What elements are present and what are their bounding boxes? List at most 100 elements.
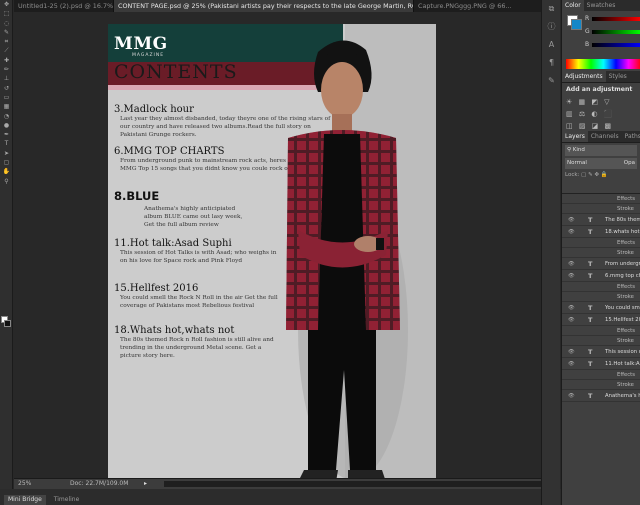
photoshop-window: ✥ ⬚ ◌ ✎ ⌗ ⟋ ✚ ✏ ⊥ ↺ ▭ ▦ ◔ ● ✒ T ➤ ▢ ✋ ⚲ … <box>0 0 640 505</box>
history-brush-icon[interactable]: ↺ <box>0 84 13 93</box>
character-panel-icon[interactable]: A <box>542 36 561 54</box>
gradient-tool-icon[interactable]: ▦ <box>0 102 13 111</box>
visibility-eye-icon[interactable]: 👁 <box>568 302 575 313</box>
layer-effect-row[interactable]: Effects <box>562 238 640 248</box>
brush-panel-icon[interactable]: ✎ <box>542 72 561 90</box>
layer-row[interactable]: 👁 T 18.whats hot,w <box>562 226 640 238</box>
adjustment-icons-row[interactable]: ☀ ▦ ◩ ▽ <box>562 96 640 108</box>
color-spectrum[interactable] <box>566 59 640 69</box>
path-select-tool-icon[interactable]: ➤ <box>0 149 13 158</box>
blend-mode-select[interactable]: Normal Opa <box>565 158 637 169</box>
healing-tool-icon[interactable]: ✚ <box>0 56 13 65</box>
visibility-eye-icon[interactable]: 👁 <box>568 314 575 325</box>
visibility-eye-icon[interactable]: 👁 <box>568 258 575 269</box>
layer-row[interactable]: 👁 T From undergro <box>562 258 640 270</box>
doc-tab-untitled[interactable]: Untitled1-25 (2).psd @ 16.7%... <box>14 0 114 12</box>
layer-effect-row[interactable]: Stroke <box>562 248 640 258</box>
layer-effect-row[interactable]: Stroke <box>562 336 640 346</box>
layer-row[interactable]: 👁 T Anathema's hig <box>562 390 640 402</box>
history-panel-icon[interactable]: ⧉ <box>542 0 561 18</box>
red-label: R <box>585 15 590 22</box>
lock-icons[interactable]: ▢ ✎ ✥ 🔒 <box>581 172 608 178</box>
right-panels: Color Swatches R G B Adjustments Styles … <box>561 0 640 505</box>
layer-list[interactable]: Effects Stroke 👁 T The 80s theme 👁 T 18.whats h… <box>562 193 640 505</box>
tab-color[interactable]: Color <box>562 0 584 11</box>
layers-panel-tabs: Layers Channels Paths <box>562 131 640 142</box>
color-background-swatch[interactable] <box>571 19 582 30</box>
red-slider[interactable] <box>592 17 640 21</box>
layer-row[interactable]: 👁 T 6.mmg top ch <box>562 270 640 282</box>
visibility-eye-icon[interactable]: 👁 <box>568 214 575 225</box>
zoom-level[interactable]: 25% <box>18 479 31 489</box>
quick-select-tool-icon[interactable]: ✎ <box>0 28 13 37</box>
layer-name: Effects <box>617 372 636 378</box>
blur-tool-icon[interactable]: ◔ <box>0 112 13 121</box>
visibility-eye-icon[interactable]: 👁 <box>568 270 575 281</box>
type-tool-icon[interactable]: T <box>0 139 13 148</box>
layer-name: Stroke <box>617 382 634 388</box>
horizontal-scrollbar[interactable] <box>164 481 559 487</box>
properties-panel-icon[interactable]: ⓘ <box>542 18 561 36</box>
marquee-tool-icon[interactable]: ⬚ <box>0 9 13 18</box>
dodge-tool-icon[interactable]: ● <box>0 121 13 130</box>
layer-name: 18.whats hot,w <box>605 229 640 235</box>
tab-layers[interactable]: Layers <box>562 131 588 142</box>
blue-slider[interactable] <box>592 43 640 47</box>
visibility-eye-icon[interactable]: 👁 <box>568 390 575 401</box>
lasso-tool-icon[interactable]: ◌ <box>0 19 13 28</box>
visibility-eye-icon[interactable]: 👁 <box>568 346 575 357</box>
canvas-area[interactable]: MMG MAGAZINE CONTENTS 3.Madlock hour Las… <box>14 12 559 484</box>
crop-tool-icon[interactable]: ⌗ <box>0 37 13 46</box>
green-slider[interactable] <box>592 30 640 34</box>
layer-effect-row[interactable]: Effects <box>562 194 640 204</box>
layer-effect-row[interactable]: Stroke <box>562 204 640 214</box>
hand-tool-icon[interactable]: ✋ <box>0 167 13 176</box>
layer-name: You could sme <box>605 305 640 311</box>
layer-effect-row[interactable]: Effects <box>562 326 640 336</box>
background-color-swatch[interactable] <box>4 320 11 327</box>
visibility-eye-icon[interactable]: 👁 <box>568 226 575 237</box>
tab-adjustments[interactable]: Adjustments <box>562 71 606 82</box>
layer-row[interactable]: 👁 T 15.Hellfest 201 <box>562 314 640 326</box>
pen-tool-icon[interactable]: ✒ <box>0 130 13 139</box>
layer-row[interactable]: 👁 T The 80s theme <box>562 214 640 226</box>
magazine-logo-subtitle: MAGAZINE <box>132 53 165 58</box>
tab-mini-bridge[interactable]: Mini Bridge <box>4 495 46 505</box>
doc-tab-content-page[interactable]: CONTENT PAGE.psd @ 25% (Pakistani artist… <box>114 0 414 12</box>
tools-panel: ✥ ⬚ ◌ ✎ ⌗ ⟋ ✚ ✏ ⊥ ↺ ▭ ▦ ◔ ● ✒ T ➤ ▢ ✋ ⚲ <box>0 0 13 505</box>
tab-timeline[interactable]: Timeline <box>50 495 84 505</box>
green-label: G <box>585 28 590 35</box>
tab-channels[interactable]: Channels <box>588 131 622 142</box>
layer-name: Stroke <box>617 206 634 212</box>
layer-effect-row[interactable]: Effects <box>562 282 640 292</box>
layer-effect-row[interactable]: Stroke <box>562 292 640 302</box>
layer-row[interactable]: 👁 T 11.Hot talk:Asa <box>562 358 640 370</box>
layer-effect-row[interactable]: Stroke <box>562 380 640 390</box>
visibility-eye-icon[interactable]: 👁 <box>568 358 575 369</box>
brush-tool-icon[interactable]: ✏ <box>0 65 13 74</box>
layer-row[interactable]: 👁 T You could sme <box>562 302 640 314</box>
layer-effect-row[interactable]: Effects <box>562 370 640 380</box>
tab-swatches[interactable]: Swatches <box>584 0 619 11</box>
layer-row[interactable]: 👁 T This session of <box>562 346 640 358</box>
layer-name: Stroke <box>617 338 634 344</box>
doc-tab-label: Capture.PNGggg.PNG @ 66... <box>418 2 512 10</box>
layer-name: From undergro <box>605 261 640 267</box>
document-canvas[interactable]: MMG MAGAZINE CONTENTS 3.Madlock hour Las… <box>108 24 436 484</box>
paragraph-panel-icon[interactable]: ¶ <box>542 54 561 72</box>
shape-tool-icon[interactable]: ▢ <box>0 158 13 167</box>
opacity-label: Opa <box>623 160 635 166</box>
eraser-tool-icon[interactable]: ▭ <box>0 93 13 102</box>
text-layer-icon: T <box>588 272 593 280</box>
adjustment-icons-row[interactable]: ▥ ⚖ ◐ ⬛ <box>562 108 640 120</box>
move-tool-icon[interactable]: ✥ <box>0 0 13 9</box>
zoom-tool-icon[interactable]: ⚲ <box>0 177 13 186</box>
doc-tab-capture[interactable]: Capture.PNGggg.PNG @ 66... <box>414 0 558 12</box>
text-layer-icon: T <box>588 228 593 236</box>
eyedropper-tool-icon[interactable]: ⟋ <box>0 46 13 55</box>
stamp-tool-icon[interactable]: ⊥ <box>0 74 13 83</box>
tab-paths[interactable]: Paths <box>622 131 640 142</box>
status-menu-arrow-icon[interactable]: ▸ <box>144 479 147 489</box>
layer-filter-kind[interactable]: ⚲ Kind <box>565 145 637 156</box>
tab-styles[interactable]: Styles <box>606 71 630 82</box>
